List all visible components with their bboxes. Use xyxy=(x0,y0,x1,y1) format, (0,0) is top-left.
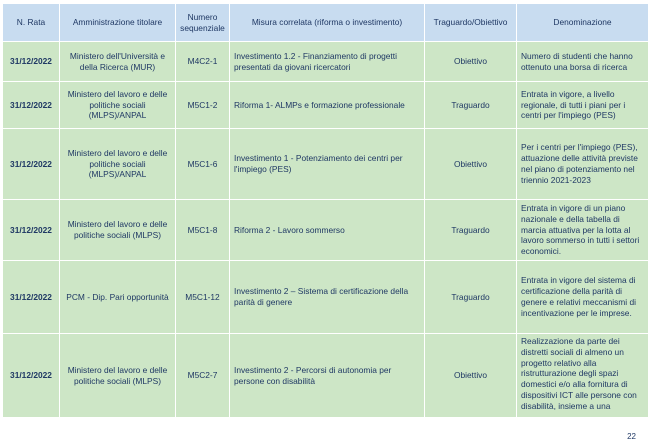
table-header-row: N. Rata Amministrazione titolare Numero … xyxy=(2,3,649,42)
cell-misura: Riforma 1- ALMPs e formazione profession… xyxy=(229,81,425,129)
table-row: 31/12/2022 Ministero del lavoro e delle … xyxy=(2,333,649,418)
page-number: 22 xyxy=(627,432,636,441)
cell-traguardo: Obiettivo xyxy=(424,333,517,418)
table-row: 31/12/2022 Ministero del lavoro e delle … xyxy=(2,199,649,261)
cell-misura: Investimento 1 - Potenziamento dei centr… xyxy=(229,128,425,200)
cell-numero: M5C1-2 xyxy=(175,81,230,129)
cell-traguardo: Traguardo xyxy=(424,260,517,334)
cell-denominazione: Numero di studenti che hanno ottenuto un… xyxy=(516,41,649,82)
cell-numero: M5C1-12 xyxy=(175,260,230,334)
header-amministrazione: Amministrazione titolare xyxy=(59,3,176,42)
cell-misura: Investimento 2 – Sistema di certificazio… xyxy=(229,260,425,334)
cell-rata: 31/12/2022 xyxy=(2,199,60,261)
cell-amministrazione: Ministero dell'Università e della Ricerc… xyxy=(59,41,176,82)
cell-misura: Investimento 2 - Percorsi di autonomia p… xyxy=(229,333,425,418)
cell-amministrazione: Ministero del lavoro e delle politiche s… xyxy=(59,333,176,418)
cell-misura: Riforma 2 - Lavoro sommerso xyxy=(229,199,425,261)
cell-numero: M5C1-8 xyxy=(175,199,230,261)
cell-traguardo: Obiettivo xyxy=(424,41,517,82)
header-numero: Numero sequenziale xyxy=(175,3,230,42)
cell-denominazione: Realizzazione da parte dei distretti soc… xyxy=(516,333,649,418)
cell-rata: 31/12/2022 xyxy=(2,260,60,334)
cell-rata: 31/12/2022 xyxy=(2,81,60,129)
cell-denominazione: Entrata in vigore del sistema di certifi… xyxy=(516,260,649,334)
cell-rata: 31/12/2022 xyxy=(2,333,60,418)
table-row: 31/12/2022 Ministero del lavoro e delle … xyxy=(2,128,649,200)
cell-amministrazione: Ministero del lavoro e delle politiche s… xyxy=(59,81,176,129)
cell-denominazione: Per i centri per l'impiego (PES), attuaz… xyxy=(516,128,649,200)
table-row: 31/12/2022 PCM - Dip. Pari opportunità M… xyxy=(2,260,649,334)
header-denominazione: Denominazione xyxy=(516,3,649,42)
cell-numero: M4C2-1 xyxy=(175,41,230,82)
cell-rata: 31/12/2022 xyxy=(2,41,60,82)
cell-numero: M5C1-6 xyxy=(175,128,230,200)
header-traguardo: Traguardo/Obiettivo xyxy=(424,3,517,42)
cell-amministrazione: Ministero del lavoro e delle politiche s… xyxy=(59,199,176,261)
milestones-table: N. Rata Amministrazione titolare Numero … xyxy=(2,3,649,418)
cell-numero: M5C2-7 xyxy=(175,333,230,418)
cell-denominazione: Entrata in vigore, a livello regionale, … xyxy=(516,81,649,129)
cell-traguardo: Obiettivo xyxy=(424,128,517,200)
cell-traguardo: Traguardo xyxy=(424,81,517,129)
cell-traguardo: Traguardo xyxy=(424,199,517,261)
cell-misura: Investimento 1.2 - Finanziamento di prog… xyxy=(229,41,425,82)
cell-denominazione: Entrata in vigore di un piano nazionale … xyxy=(516,199,649,261)
cell-rata: 31/12/2022 xyxy=(2,128,60,200)
cell-amministrazione: Ministero del lavoro e delle politiche s… xyxy=(59,128,176,200)
header-rata: N. Rata xyxy=(2,3,60,42)
table-row: 31/12/2022 Ministero dell'Università e d… xyxy=(2,41,649,82)
cell-amministrazione: PCM - Dip. Pari opportunità xyxy=(59,260,176,334)
table-row: 31/12/2022 Ministero del lavoro e delle … xyxy=(2,81,649,129)
header-misura: Misura correlata (riforma o investimento… xyxy=(229,3,425,42)
